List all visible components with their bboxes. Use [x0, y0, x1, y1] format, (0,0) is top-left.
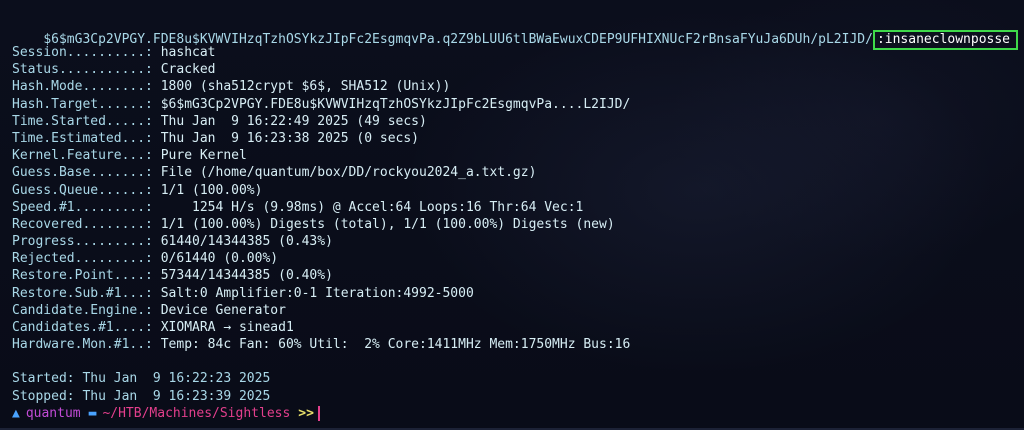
- status-row: Recovered........: 1/1 (100.00%) Digests…: [12, 216, 1012, 233]
- status-value: 61440/14344385 (0.43%): [160, 234, 333, 250]
- prompt-arrow: >>: [298, 405, 314, 421]
- cracked-hash-line: $6$mG3Cp2VPGY.FDE8u$KVWVIHzqTzhOSYkzJIpF…: [12, 10, 1019, 50]
- status-value: 0/61440 (0.00%): [160, 251, 279, 267]
- terminal-window[interactable]: $6$mG3Cp2VPGY.FDE8u$KVWVIHzqTzhOSYkzJIpF…: [0, 0, 1024, 430]
- folder-icon: ▬: [88, 405, 97, 421]
- status-key: Speed.#1.........:: [12, 199, 161, 215]
- status-value: 57344/14344385 (0.40%): [160, 268, 333, 284]
- status-key: Progress.........:: [12, 234, 161, 250]
- prompt-path: ~/HTB/Machines/Sightless: [102, 405, 291, 421]
- status-row: Status...........: Cracked: [12, 61, 1012, 78]
- status-key: Guess.Base.......:: [12, 165, 161, 181]
- status-value: Thu Jan 9 16:23:38 2025 (0 secs): [160, 130, 419, 146]
- status-key: Restore.Sub.#1...:: [12, 285, 161, 301]
- status-value: Salt:0 Amplifier:0-1 Iteration:4992-5000: [160, 285, 474, 301]
- status-value: 1254 H/s (9.98ms) @ Accel:64 Loops:16 Th…: [160, 199, 584, 215]
- started-line: Started: Thu Jan 9 16:22:23 2025: [12, 371, 271, 387]
- status-key: Guess.Queue......:: [12, 182, 161, 198]
- status-row: Hardware.Mon.#1..: Temp: 84c Fan: 60% Ut…: [12, 336, 1012, 353]
- status-key: Candidate.Engine.:: [12, 302, 161, 318]
- status-row: Restore.Point....: 57344/14344385 (0.40%…: [12, 267, 1012, 284]
- status-key: Rejected.........:: [12, 251, 161, 267]
- status-row: Time.Started.....: Thu Jan 9 16:22:49 20…: [12, 113, 1012, 130]
- status-value: XIOMARA → sinead1: [160, 320, 294, 335]
- status-row: Restore.Sub.#1...: Salt:0 Amplifier:0-1 …: [12, 285, 1012, 302]
- status-key: Candidates.#1....:: [12, 320, 161, 335]
- status-row: Hash.Mode........: 1800 (sha512crypt $6$…: [12, 78, 1012, 95]
- status-row: Hash.Target......: $6$mG3Cp2VPGY.FDE8u$K…: [12, 96, 1012, 113]
- status-value: 1/1 (100.00%) Digests (total), 1/1 (100.…: [160, 216, 615, 232]
- status-key: Time.Estimated...:: [12, 130, 161, 146]
- status-row: Kernel.Feature...: Pure Kernel: [12, 147, 1012, 164]
- status-key: Session..........:: [12, 45, 161, 60]
- shell-prompt[interactable]: ▲ quantum ▬ ~/HTB/Machines/Sightless >>: [12, 405, 1012, 423]
- status-row: Speed.#1.........: 1254 H/s (9.98ms) @ A…: [12, 199, 1012, 216]
- status-row: Time.Estimated...: Thu Jan 9 16:23:38 20…: [12, 130, 1012, 147]
- status-key: Hardware.Mon.#1..:: [12, 337, 161, 353]
- status-key: Time.Started.....:: [12, 113, 161, 129]
- cracked-password: :insaneclownposse: [872, 30, 1019, 50]
- status-key: Kernel.Feature...:: [12, 148, 161, 164]
- status-value: Temp: 84c Fan: 60% Util: 2% Core:1411MHz…: [160, 337, 631, 353]
- status-key: Recovered........:: [12, 216, 161, 232]
- status-value: Pure Kernel: [160, 148, 247, 164]
- status-value: 1800 (sha512crypt $6$, SHA512 (Unix)): [160, 79, 451, 95]
- status-row: Guess.Queue......: 1/1 (100.00%): [12, 182, 1012, 199]
- hashcat-status-block: Session..........: hashcat Status........…: [12, 44, 1012, 353]
- status-value: $6$mG3Cp2VPGY.FDE8u$KVWVIHzqTzhOSYkzJIpF…: [160, 96, 631, 112]
- status-value: Device Generator: [160, 302, 286, 318]
- status-row: Candidate.Engine.: Device Generator: [12, 302, 1012, 319]
- status-key: Restore.Point....:: [12, 268, 161, 284]
- arch-linux-icon: ▲: [12, 405, 20, 421]
- status-value: hashcat: [160, 45, 216, 60]
- status-value: 1/1 (100.00%): [160, 182, 263, 198]
- status-key: Hash.Mode........:: [12, 79, 161, 95]
- status-value: File (/home/quantum/box/DD/rockyou2024_a…: [160, 165, 537, 181]
- status-value: Thu Jan 9 16:22:49 2025 (49 secs): [160, 113, 427, 129]
- prompt-user: quantum: [25, 405, 81, 421]
- stopped-line: Stopped: Thu Jan 9 16:23:39 2025: [12, 388, 271, 404]
- status-key: Hash.Target......:: [12, 96, 161, 112]
- text-cursor[interactable]: [317, 406, 320, 422]
- status-value: Cracked: [160, 62, 216, 78]
- status-key: Status...........:: [12, 62, 161, 78]
- status-row: Candidates.#1....: XIOMARA → sinead1: [12, 319, 1012, 336]
- status-row: Guess.Base.......: File (/home/quantum/b…: [12, 164, 1012, 181]
- status-row: Rejected.........: 0/61440 (0.00%): [12, 250, 1012, 267]
- status-row: Progress.........: 61440/14344385 (0.43%…: [12, 233, 1012, 250]
